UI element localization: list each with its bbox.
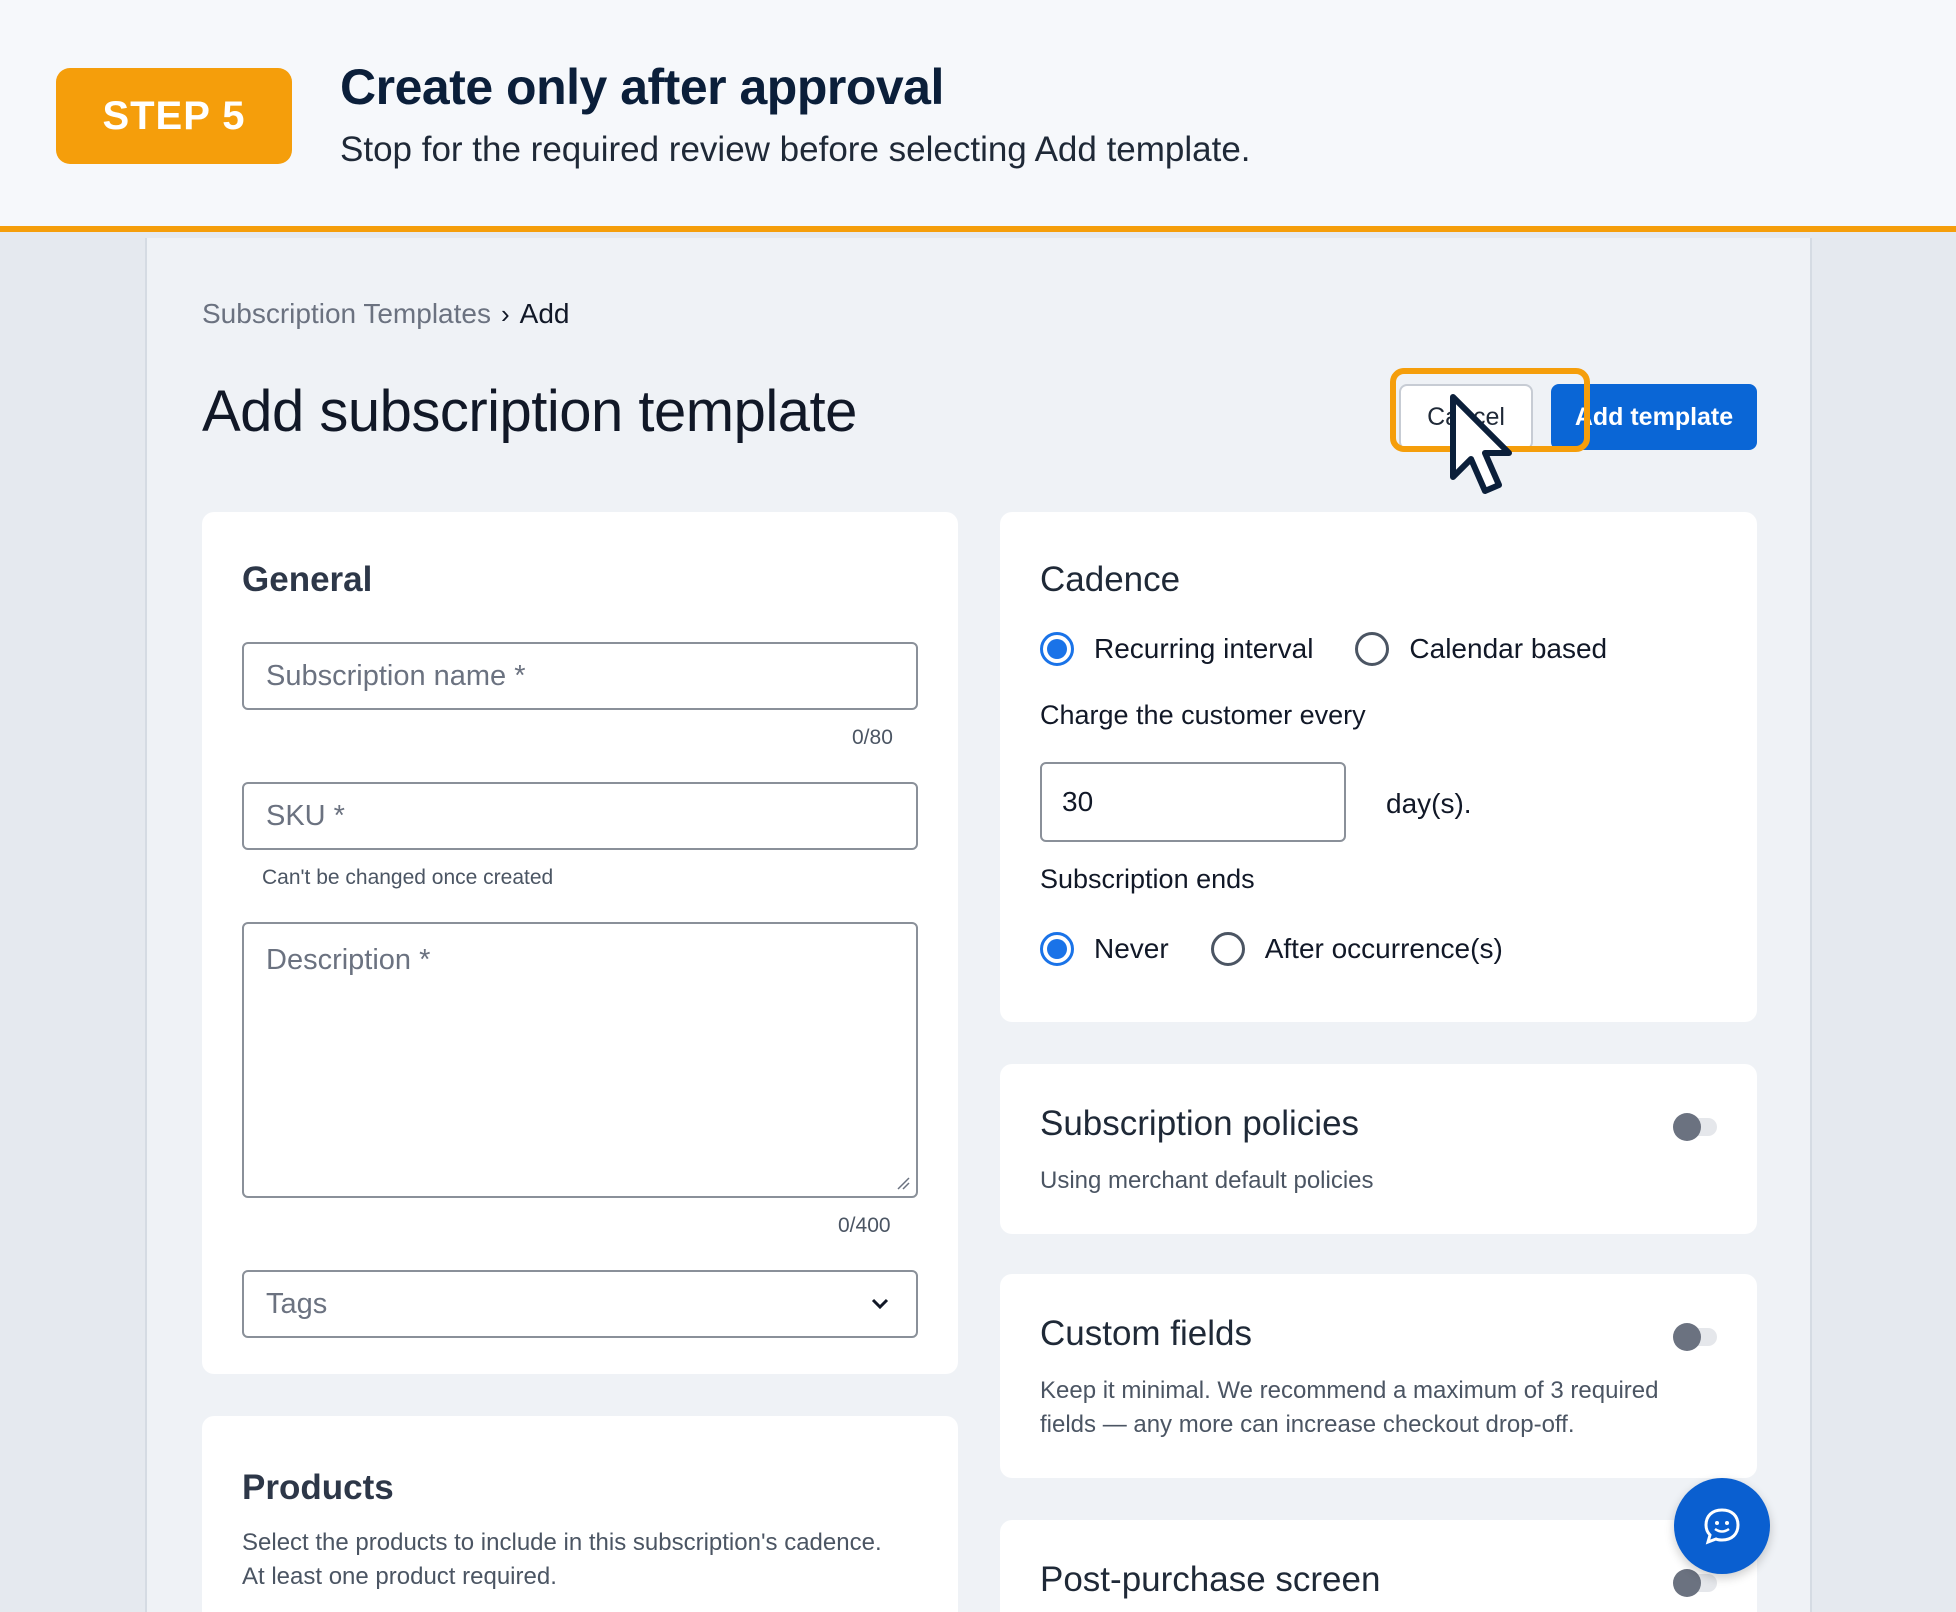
radio-calendar-based[interactable]: [1355, 632, 1390, 666]
breadcrumb: Subscription Templates › Add: [202, 298, 569, 330]
interval-value: 30: [1062, 786, 1094, 817]
cadence-type-group: Recurring interval Calendar based: [1040, 632, 1607, 666]
subscription-name-input[interactable]: Subscription name *: [242, 642, 918, 710]
interval-input[interactable]: 30: [1040, 762, 1346, 842]
chat-support-button[interactable]: [1674, 1478, 1770, 1574]
charge-label: Charge the customer every: [1040, 700, 1366, 730]
sku-input[interactable]: SKU *: [242, 782, 918, 850]
custom-fields-card: Custom fields Keep it minimal. We recomm…: [1000, 1274, 1757, 1478]
tags-placeholder: Tags: [266, 1287, 328, 1320]
post-purchase-card: Post-purchase screen: [1000, 1520, 1757, 1612]
recurring-interval-label: Recurring interval: [1094, 633, 1314, 664]
radio-recurring-interval[interactable]: [1040, 632, 1074, 666]
step-banner: STEP 5 Create only after approval Stop f…: [0, 0, 1956, 232]
policies-toggle[interactable]: [1673, 1113, 1717, 1141]
chat-icon: [1704, 1508, 1740, 1545]
custom-fields-subtitle: Keep it minimal. We recommend a maximum …: [1040, 1377, 1659, 1438]
chevron-down-icon: [871, 1298, 889, 1310]
policies-card: Subscription policies Using merchant def…: [1000, 1064, 1757, 1234]
ends-group: Never After occurrence(s): [1040, 932, 1503, 966]
products-title: Products: [242, 1468, 394, 1507]
policies-title: Subscription policies: [1040, 1104, 1360, 1143]
cadence-title: Cadence: [1040, 560, 1181, 599]
banner-subtitle: Stop for the required review before sele…: [340, 130, 1251, 169]
interval-unit: day(s).: [1386, 788, 1472, 819]
add-template-button[interactable]: Add template: [1551, 384, 1757, 450]
chevron-right-icon: ›: [500, 298, 510, 329]
custom-fields-title: Custom fields: [1040, 1314, 1253, 1353]
sku-placeholder: SKU *: [266, 799, 345, 832]
description-textarea[interactable]: Description *: [242, 922, 918, 1198]
general-title: General: [242, 560, 373, 599]
step-badge: STEP 5: [56, 68, 292, 164]
post-purchase-toggle[interactable]: [1673, 1569, 1717, 1597]
ends-label: Subscription ends: [1040, 864, 1255, 894]
products-card: Products Select the products to include …: [202, 1416, 958, 1612]
never-label: Never: [1094, 933, 1169, 964]
post-purchase-title: Post-purchase screen: [1040, 1560, 1381, 1599]
name-char-counter: 0/80: [852, 726, 893, 749]
mouse-pointer-icon: [1450, 394, 1512, 494]
sku-helper-text: Can't be changed once created: [262, 866, 554, 889]
radio-never[interactable]: [1040, 932, 1074, 966]
page-title: Add subscription template: [202, 379, 857, 444]
after-occurrences-label: After occurrence(s): [1264, 933, 1503, 964]
breadcrumb-current: Add: [519, 298, 570, 329]
products-description: Select the products to include in this s…: [242, 1529, 882, 1590]
general-card: General Subscription name * 0/80 SKU * C…: [202, 512, 958, 1374]
tags-select[interactable]: Tags: [242, 1270, 918, 1338]
radio-after-occurrences[interactable]: [1210, 932, 1245, 966]
description-char-counter: 0/400: [838, 1214, 891, 1237]
banner-title: Create only after approval: [340, 59, 944, 115]
description-placeholder: Description *: [266, 944, 431, 976]
page-content: Subscription Templates › Add Add subscri…: [145, 238, 1812, 1612]
cadence-card: Cadence Recurring interval Calendar base…: [1000, 512, 1757, 1022]
custom-fields-toggle[interactable]: [1673, 1323, 1717, 1351]
resize-handle-icon[interactable]: [896, 1176, 910, 1190]
subscription-name-placeholder: Subscription name *: [266, 659, 526, 692]
policies-subtitle: Using merchant default policies: [1040, 1167, 1374, 1194]
breadcrumb-parent-link[interactable]: Subscription Templates: [202, 298, 491, 330]
calendar-based-label: Calendar based: [1409, 633, 1608, 664]
